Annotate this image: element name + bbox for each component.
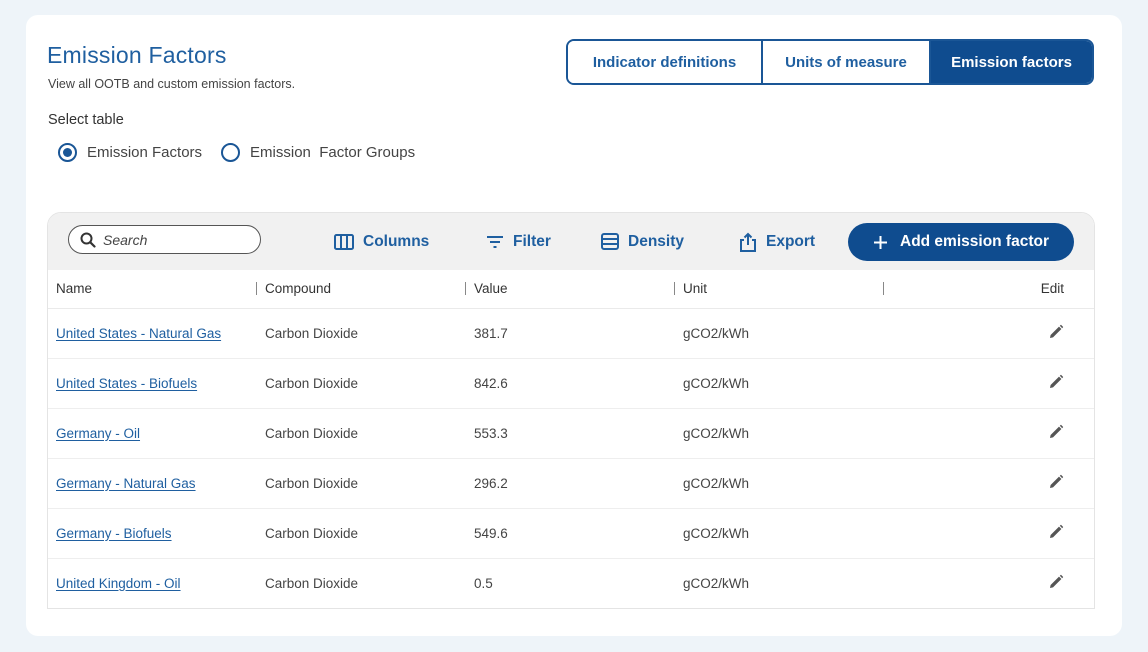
radio-label: Emission Factors [87, 144, 203, 161]
tab-units-of-measure[interactable]: Units of measure [761, 41, 929, 83]
filter-button[interactable]: Filter [486, 213, 551, 270]
cell-value: 842.6 [466, 358, 675, 409]
cell-edit [884, 458, 1094, 509]
pencil-icon[interactable] [1048, 324, 1064, 340]
cell-edit [884, 508, 1094, 559]
cell-value: 553.3 [466, 408, 675, 459]
section-tabs: Indicator definitions Units of measure E… [566, 39, 1094, 85]
cell-name: United Kingdom - Oil [48, 558, 257, 608]
table-row: Germany - Natural Gas Carbon Dioxide 296… [48, 458, 1094, 509]
radio-checked-icon[interactable] [58, 143, 77, 162]
cell-compound: Carbon Dioxide [257, 408, 466, 459]
table-toolbar: Columns Filter Density Export [48, 213, 1094, 270]
table-row: United Kingdom - Oil Carbon Dioxide 0.5 … [48, 558, 1094, 608]
tab-emission-factors[interactable]: Emission factors [929, 41, 1092, 83]
density-label: Density [628, 232, 684, 250]
table-row: United States - Biofuels Carbon Dioxide … [48, 358, 1094, 409]
cell-compound: Carbon Dioxide [257, 308, 466, 359]
cell-value: 296.2 [466, 458, 675, 509]
emission-factor-link[interactable]: Germany - Natural Gas [56, 476, 196, 491]
plus-icon [873, 235, 888, 250]
cell-value: 549.6 [466, 508, 675, 559]
radio-label: Emission Factor Groups [250, 144, 416, 161]
add-emission-factor-button[interactable]: Add emission factor [848, 223, 1074, 261]
density-icon [601, 233, 619, 250]
emission-factors-table-container: Columns Filter Density Export [47, 212, 1095, 609]
table-header-row: Name Compound Value Unit Edit [48, 270, 1094, 309]
table-row: Germany - Biofuels Carbon Dioxide 549.6 … [48, 508, 1094, 559]
radio-unchecked-icon[interactable] [221, 143, 241, 162]
column-header-compound[interactable]: Compound [257, 270, 466, 309]
select-table-label: Select table [48, 112, 124, 128]
cell-unit: gCO2/kWh [675, 508, 884, 559]
emission-factor-link[interactable]: Germany - Oil [56, 426, 140, 441]
emission-factors-table: Name Compound Value Unit Edit United Sta… [48, 270, 1094, 608]
export-button[interactable]: Export [739, 213, 815, 270]
cell-name: United States - Natural Gas [48, 308, 257, 359]
column-header-name[interactable]: Name [48, 270, 257, 309]
page-title: Emission Factors [47, 42, 227, 68]
search-icon [80, 232, 96, 248]
cell-compound: Carbon Dioxide [257, 358, 466, 409]
emission-factor-link[interactable]: United States - Natural Gas [56, 326, 221, 341]
columns-icon [334, 233, 354, 250]
cell-unit: gCO2/kWh [675, 308, 884, 359]
column-header-value[interactable]: Value [466, 270, 675, 309]
cell-unit: gCO2/kWh [675, 408, 884, 459]
pencil-icon[interactable] [1048, 374, 1064, 390]
table-row: Germany - Oil Carbon Dioxide 553.3 gCO2/… [48, 408, 1094, 459]
cell-value: 0.5 [466, 558, 675, 608]
cell-unit: gCO2/kWh [675, 458, 884, 509]
emission-factor-link[interactable]: United States - Biofuels [56, 376, 197, 391]
density-button[interactable]: Density [601, 213, 684, 270]
pencil-icon[interactable] [1048, 474, 1064, 490]
table-row: United States - Natural Gas Carbon Dioxi… [48, 308, 1094, 359]
cell-unit: gCO2/kWh [675, 558, 884, 608]
column-header-unit[interactable]: Unit [675, 270, 884, 309]
cell-compound: Carbon Dioxide [257, 508, 466, 559]
cell-edit [884, 408, 1094, 459]
page-subtitle: View all OOTB and custom emission factor… [48, 77, 296, 91]
pencil-icon[interactable] [1048, 574, 1064, 590]
filter-icon [486, 235, 504, 249]
cell-name: Germany - Biofuels [48, 508, 257, 559]
search-box[interactable] [68, 225, 261, 254]
columns-label: Columns [363, 232, 430, 250]
emission-factor-link[interactable]: United Kingdom - Oil [56, 576, 181, 591]
cell-unit: gCO2/kWh [675, 358, 884, 409]
cell-value: 381.7 [466, 308, 675, 359]
export-label: Export [766, 232, 816, 250]
add-emission-factor-label: Add emission factor [900, 233, 1049, 250]
emission-factor-link[interactable]: Germany - Biofuels [56, 526, 172, 541]
export-icon [739, 232, 757, 252]
emission-factors-card: Emission Factors View all OOTB and custo… [26, 15, 1122, 636]
columns-button[interactable]: Columns [334, 213, 429, 270]
cell-name: Germany - Oil [48, 408, 257, 459]
radio-emission-factors[interactable]: Emission Factors [58, 143, 202, 162]
pencil-icon[interactable] [1048, 424, 1064, 440]
select-table-radio-group: Emission Factors Emission Factor Groups [58, 143, 434, 162]
cell-compound: Carbon Dioxide [257, 558, 466, 608]
cell-name: United States - Biofuels [48, 358, 257, 409]
cell-name: Germany - Natural Gas [48, 458, 257, 509]
radio-emission-factor-groups[interactable]: Emission Factor Groups [221, 143, 415, 162]
filter-label: Filter [513, 232, 551, 250]
pencil-icon[interactable] [1048, 524, 1064, 540]
tab-indicator-definitions[interactable]: Indicator definitions [568, 41, 761, 83]
cell-edit [884, 558, 1094, 608]
cell-edit [884, 308, 1094, 359]
column-header-edit: Edit [884, 270, 1094, 309]
search-input[interactable] [103, 231, 243, 248]
cell-edit [884, 358, 1094, 409]
cell-compound: Carbon Dioxide [257, 458, 466, 509]
